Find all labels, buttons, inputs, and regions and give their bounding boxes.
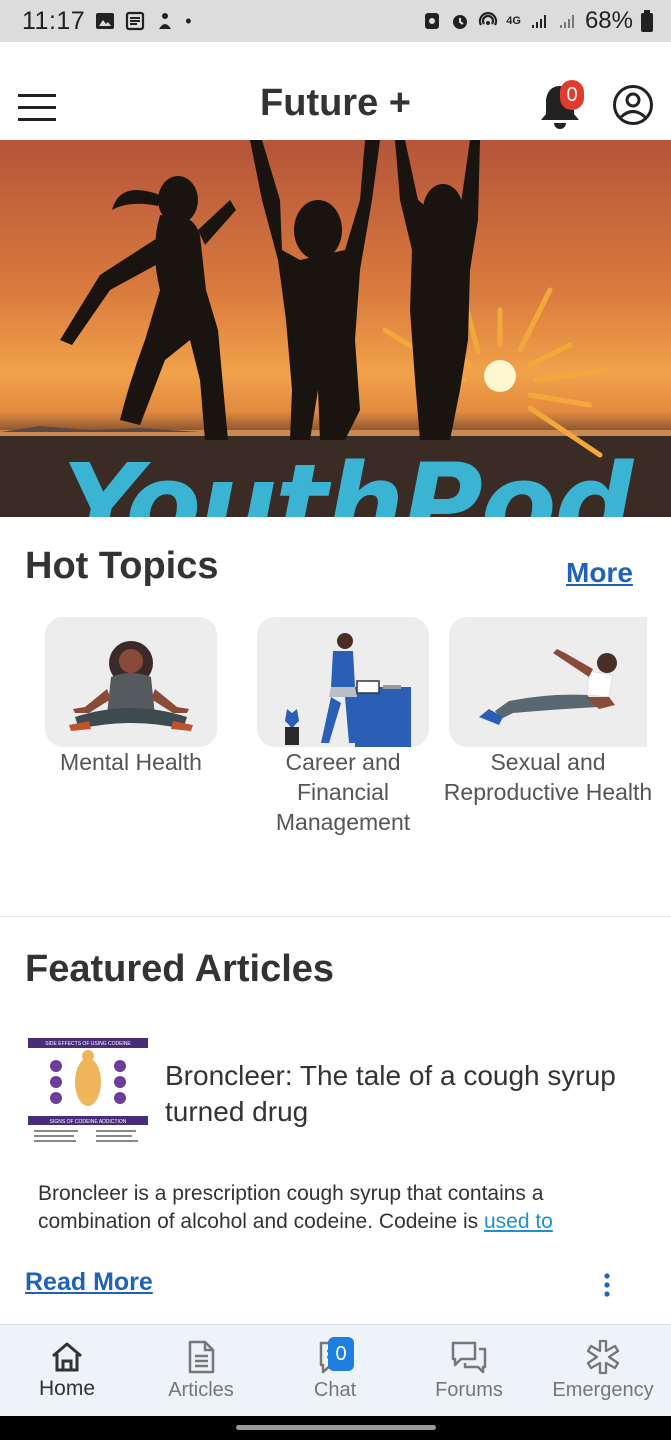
topic-label: Mental Health (60, 749, 202, 775)
hero-banner[interactable]: YouthPod (0, 140, 671, 517)
hot-topics-title: Hot Topics (25, 545, 219, 587)
section-divider (0, 916, 671, 917)
status-time: 11:17 (22, 6, 86, 35)
mental-health-illustration (45, 617, 217, 747)
profile-icon[interactable] (612, 84, 654, 126)
nav-forums[interactable]: Forums (402, 1325, 536, 1417)
gallery-icon (96, 13, 115, 29)
featured-articles-title: Featured Articles (25, 948, 335, 990)
nav-emergency[interactable]: Emergency (536, 1325, 670, 1417)
article-excerpt: Broncleer is a prescription cough syrup … (38, 1180, 638, 1236)
topic-label: Sexual and Reproductive Health (443, 749, 653, 805)
topic-label: Career and Financial Management (275, 749, 411, 835)
more-link[interactable]: More (566, 557, 633, 589)
article-thumbnail[interactable]: SIDE EFFECTS OF USING CODEINE SIGNS OF C… (28, 1038, 148, 1148)
news-icon (126, 11, 145, 31)
excerpt-link[interactable]: used to (484, 1210, 553, 1233)
nav-label: Chat (313, 1379, 357, 1401)
chat-badge: 0 (328, 1337, 354, 1371)
thumb-subheading: SIGNS OF CODEINE ADDICTION (50, 1119, 127, 1125)
article-title[interactable]: Broncleer: The tale of a cough syrup tur… (165, 1058, 655, 1130)
topic-mental-health[interactable]: Mental Health (45, 617, 217, 777)
battery-level: 68% (584, 7, 633, 34)
more-options-icon[interactable] (598, 1272, 616, 1298)
hotspot-icon (479, 12, 498, 26)
document-icon (188, 1340, 215, 1374)
battery-icon (641, 10, 653, 32)
notification-badge: 0 (560, 80, 584, 110)
forums-icon (451, 1341, 487, 1374)
alarm-icon (453, 15, 468, 29)
home-icon (52, 1342, 82, 1372)
nav-label: Home (38, 1377, 96, 1400)
app-notification-icon (159, 13, 172, 29)
nav-home[interactable]: Home (0, 1325, 134, 1417)
signal-icon-2 (559, 15, 574, 28)
network-type: 4G (506, 15, 521, 27)
sexual-health-illustration (449, 617, 647, 747)
nav-label: Forums (435, 1379, 503, 1401)
article-excerpt-text: Broncleer is a prescription cough syrup … (38, 1182, 544, 1233)
signal-icon (531, 15, 546, 28)
nav-articles[interactable]: Articles (134, 1325, 268, 1417)
career-illustration (257, 617, 429, 747)
home-gesture-pill[interactable] (236, 1425, 436, 1430)
hero-brand-text: YouthPod (62, 440, 633, 517)
data-saver-icon (425, 13, 440, 29)
read-more-link[interactable]: Read More (25, 1268, 153, 1297)
topic-sexual-reproductive-health[interactable]: Sexual and Reproductive Health (444, 617, 652, 807)
emergency-icon (586, 1339, 620, 1375)
status-bar: 11:17 • 4G 68% (0, 0, 671, 42)
thumb-heading: SIDE EFFECTS OF USING CODEINE (45, 1041, 131, 1047)
topic-career-financial[interactable]: Career and Financial Management (257, 617, 429, 837)
nav-label: Emergency (552, 1379, 654, 1401)
nav-label: Articles (168, 1379, 234, 1401)
more-notifications-dot: • (185, 10, 192, 31)
